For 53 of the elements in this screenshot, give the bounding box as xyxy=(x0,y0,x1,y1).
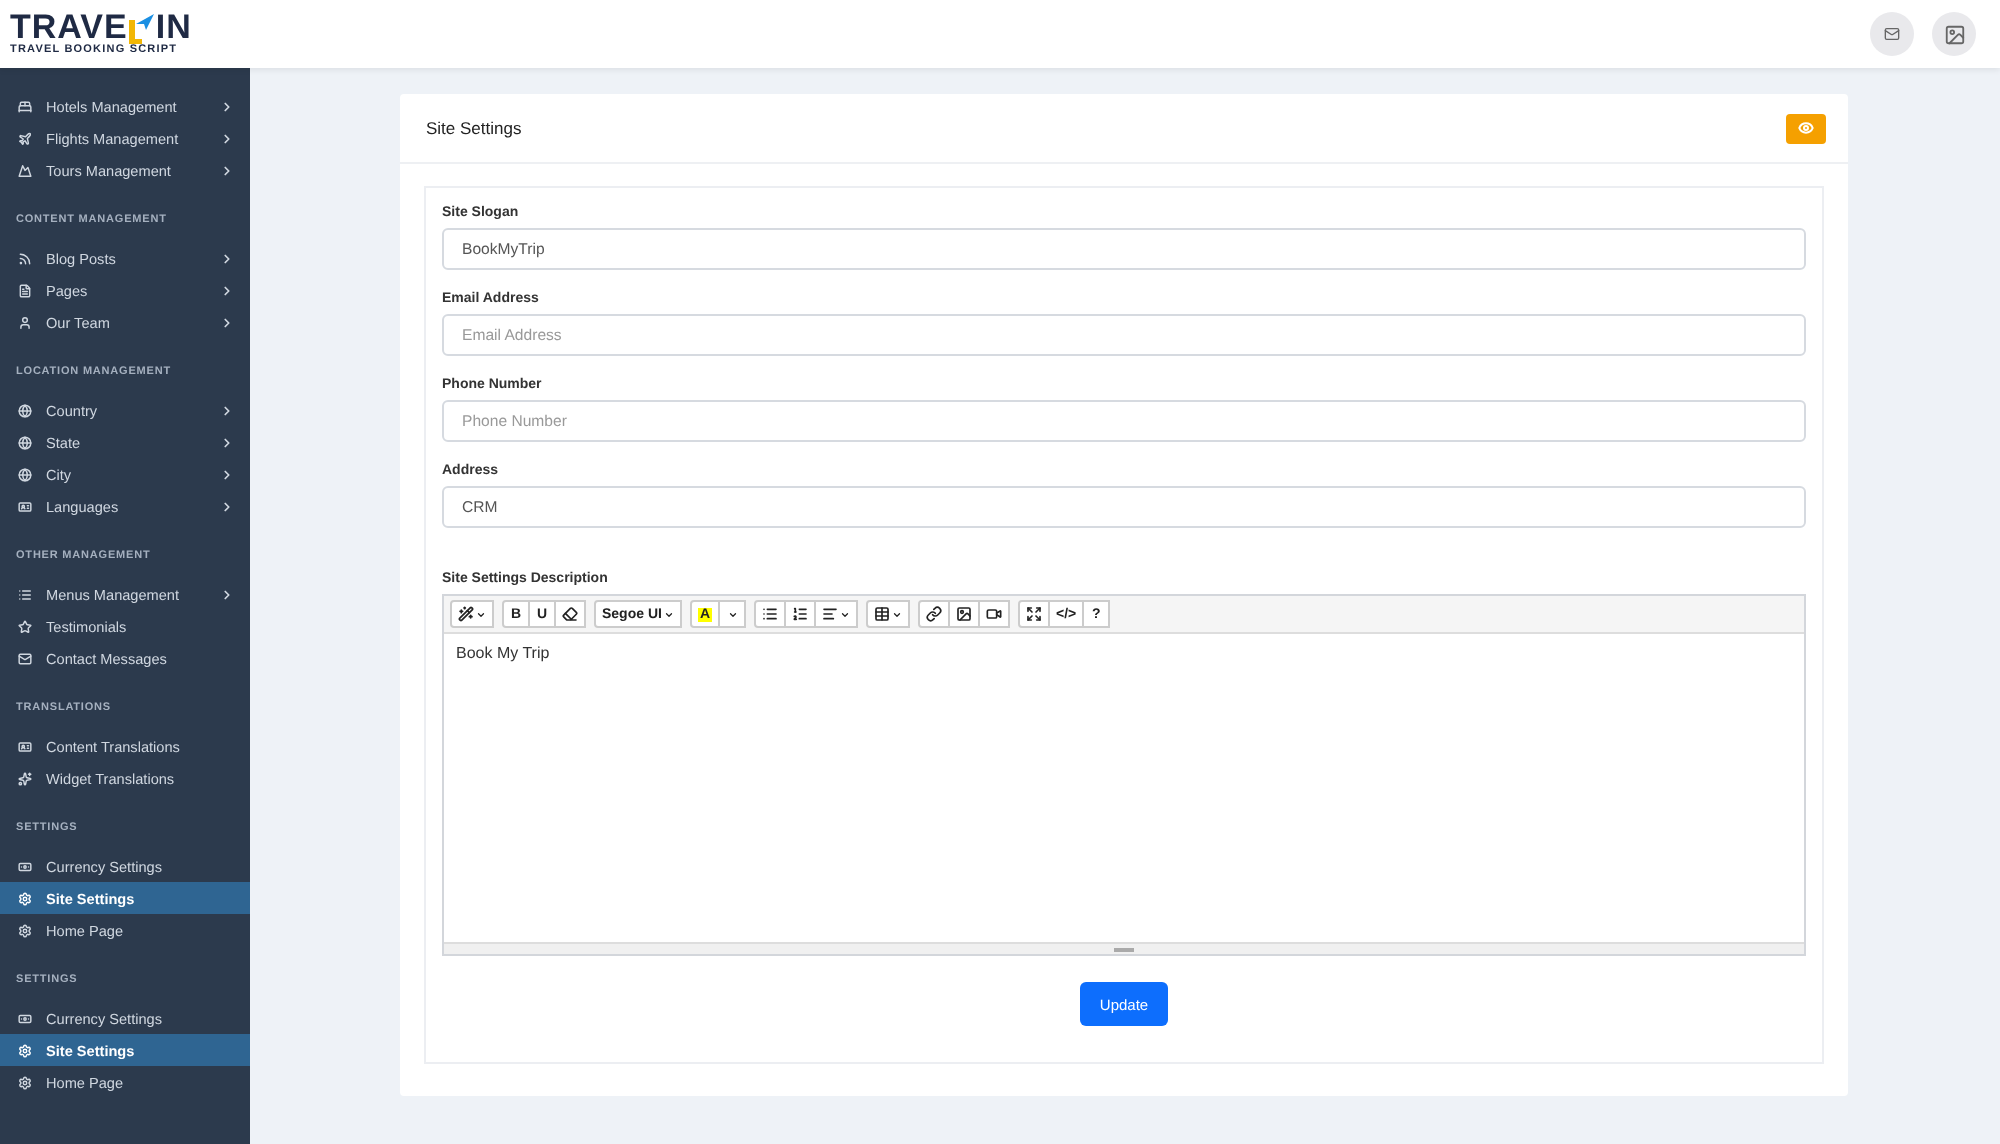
toolbar-button[interactable] xyxy=(918,600,951,628)
numbered-list-icon xyxy=(792,606,809,622)
toolbar-button[interactable] xyxy=(814,600,859,628)
globe-icon xyxy=(18,435,32,449)
toolbar-button[interactable] xyxy=(948,600,981,628)
video-icon xyxy=(986,606,1003,622)
mail-button[interactable] xyxy=(1870,12,1914,56)
link-icon xyxy=(926,606,943,622)
globe-icon xyxy=(18,467,32,481)
logo-text: TRAVE xyxy=(10,10,128,45)
banknote-icon xyxy=(18,859,32,873)
settings-icon xyxy=(18,1043,32,1057)
profile-button[interactable] xyxy=(1932,12,1976,56)
image-icon xyxy=(956,606,973,622)
banknote-icon xyxy=(18,1011,32,1025)
card-title: Site Settings xyxy=(426,118,522,138)
align-icon xyxy=(822,606,839,622)
list-icon xyxy=(18,587,32,601)
eraser-icon xyxy=(562,606,578,622)
sparkle-icon xyxy=(18,771,32,785)
toolbar-button[interactable] xyxy=(554,600,586,628)
plane-icon xyxy=(18,131,32,145)
settings-icon xyxy=(18,891,32,905)
table-icon xyxy=(874,606,891,622)
caret-icon xyxy=(727,609,738,619)
user-icon xyxy=(18,315,32,329)
mountain-icon xyxy=(18,163,32,177)
magic-wand-icon xyxy=(458,606,474,622)
id-card-icon xyxy=(18,499,32,513)
globe-icon xyxy=(18,403,32,417)
plane-logo-icon xyxy=(127,12,156,45)
toolbar-button[interactable] xyxy=(754,600,787,628)
resize-handle[interactable] xyxy=(444,942,1804,954)
settings-icon xyxy=(18,923,32,937)
id-card-icon xyxy=(18,739,32,753)
toolbar-button[interactable] xyxy=(784,600,817,628)
star-icon xyxy=(18,619,32,633)
bullet-list-icon xyxy=(762,606,779,622)
settings-icon xyxy=(18,1075,32,1089)
document-icon xyxy=(18,283,32,297)
toolbar-button[interactable] xyxy=(1018,600,1051,628)
toolbar-button[interactable] xyxy=(978,600,1011,628)
bed-icon xyxy=(18,99,32,113)
mail-icon xyxy=(1884,26,1900,42)
mail-icon xyxy=(18,651,32,665)
editor-content[interactable]: Book My Trip xyxy=(444,634,1804,942)
toolbar-button[interactable] xyxy=(866,600,911,628)
toolbar-button[interactable] xyxy=(450,600,494,628)
image-icon xyxy=(1943,23,1965,45)
eye-icon xyxy=(1798,120,1814,136)
feed-icon xyxy=(18,251,32,265)
fullscreen-icon xyxy=(1026,606,1043,622)
logo-text: IN xyxy=(155,10,192,45)
